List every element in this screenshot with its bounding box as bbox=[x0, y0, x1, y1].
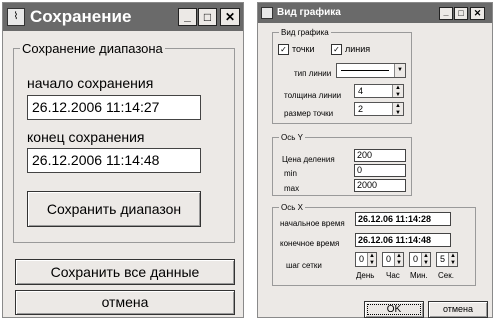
y-axis-group-title: Ось Y bbox=[281, 133, 303, 142]
grid-step-days-spinner[interactable]: 0 ▲ ▼ bbox=[355, 252, 377, 267]
chart-view-titlebar[interactable]: Вид графика _ □ ✕ bbox=[258, 3, 492, 23]
start-save-label: начало сохранения bbox=[27, 75, 154, 91]
points-check-icon: ✓ bbox=[278, 44, 289, 56]
minutes-label: Мин. bbox=[410, 271, 428, 280]
start-save-input[interactable]: 26.12.2006 11:14:27 bbox=[27, 95, 201, 120]
line-width-spinner[interactable]: 4 ▲ ▼ bbox=[354, 84, 404, 98]
spin-down-icon[interactable]: ▼ bbox=[396, 260, 402, 266]
chart-view-window: Вид графика _ □ ✕ Вид графика ✓ точки ✓ ли… bbox=[257, 2, 493, 318]
x-axis-group-title: Ось X bbox=[281, 203, 303, 212]
spin-arrows-icon[interactable]: ▲ ▼ bbox=[392, 103, 403, 116]
close-button[interactable]: ✕ bbox=[220, 8, 240, 26]
save-window-title: Сохранение bbox=[30, 7, 132, 26]
grid-step-seconds-spinner[interactable]: 5 ▲ ▼ bbox=[436, 252, 458, 267]
grid-step-minutes-value: 0 bbox=[413, 254, 419, 264]
max-label: max bbox=[284, 184, 300, 193]
end-time-label: конечное время bbox=[280, 239, 340, 248]
cancel-button[interactable]: отмена bbox=[428, 301, 488, 318]
spin-down-icon[interactable]: ▼ bbox=[450, 260, 456, 266]
grid-step-hours-value: 0 bbox=[386, 254, 392, 264]
spin-up-icon[interactable]: ▲ bbox=[369, 253, 375, 259]
spin-up-icon[interactable]: ▲ bbox=[450, 253, 456, 259]
spin-down-icon[interactable]: ▼ bbox=[395, 110, 401, 116]
spin-arrows-icon[interactable]: ▲ ▼ bbox=[367, 253, 376, 266]
grid-step-label: шаг сетки bbox=[286, 261, 322, 270]
max-input[interactable]: 2000 bbox=[354, 179, 406, 192]
save-range-button[interactable]: Сохранить диапазон bbox=[27, 191, 201, 227]
spin-down-icon[interactable]: ▼ bbox=[423, 260, 429, 266]
save-range-group-title: Сохранение диапазона bbox=[22, 41, 163, 56]
min-input[interactable]: 0 bbox=[354, 164, 406, 177]
min-label: min bbox=[284, 169, 297, 178]
save-window: ⌇ Сохранение _ □ ✕ Сохранение диапазона … bbox=[2, 2, 244, 318]
minimize-button[interactable]: _ bbox=[178, 8, 197, 26]
line-type-select[interactable]: ▼ bbox=[336, 63, 406, 78]
spin-arrows-icon[interactable]: ▲ ▼ bbox=[448, 253, 457, 266]
spin-up-icon[interactable]: ▲ bbox=[423, 253, 429, 259]
chart-view-group-title: Вид графика bbox=[281, 28, 329, 37]
spin-arrows-icon[interactable]: ▲ ▼ bbox=[394, 253, 403, 266]
maximize-button[interactable]: □ bbox=[198, 8, 217, 26]
close-button[interactable]: ✕ bbox=[470, 7, 485, 20]
minimize-button[interactable]: _ bbox=[439, 7, 453, 20]
points-label: точки bbox=[292, 44, 315, 54]
line-label: линия bbox=[345, 44, 371, 54]
chart-view-title: Вид графика bbox=[277, 7, 341, 18]
grid-step-seconds-value: 5 bbox=[440, 254, 446, 264]
app-icon: ⌇ bbox=[7, 8, 25, 26]
grid-step-days-value: 0 bbox=[359, 254, 365, 264]
maximize-button[interactable]: □ bbox=[454, 7, 468, 20]
division-input[interactable]: 200 bbox=[354, 149, 406, 162]
spin-down-icon[interactable]: ▼ bbox=[395, 92, 401, 98]
point-size-label: размер точки bbox=[284, 109, 334, 118]
save-all-button[interactable]: Сохранить все данные bbox=[15, 259, 235, 285]
end-save-input[interactable]: 26.12.2006 11:14:48 bbox=[27, 148, 201, 173]
line-checkbox[interactable]: ✓ линия bbox=[331, 44, 371, 56]
line-check-icon: ✓ bbox=[331, 44, 342, 56]
point-size-value: 2 bbox=[358, 104, 364, 114]
spin-down-icon[interactable]: ▼ bbox=[369, 260, 375, 266]
save-window-titlebar[interactable]: ⌇ Сохранение _ □ ✕ bbox=[3, 3, 243, 31]
point-size-spinner[interactable]: 2 ▲ ▼ bbox=[354, 102, 404, 116]
spin-arrows-icon[interactable]: ▲ ▼ bbox=[421, 253, 430, 266]
spin-up-icon[interactable]: ▲ bbox=[395, 103, 401, 109]
hours-label: Час bbox=[386, 271, 400, 280]
cancel-button[interactable]: отмена bbox=[15, 290, 235, 315]
line-type-label: тип линии bbox=[294, 69, 332, 78]
line-width-value: 4 bbox=[358, 86, 364, 96]
dropdown-arrow-icon[interactable]: ▼ bbox=[394, 64, 405, 77]
line-type-preview bbox=[341, 70, 389, 71]
start-time-label: начальное время bbox=[280, 219, 345, 228]
grid-step-minutes-spinner[interactable]: 0 ▲ ▼ bbox=[409, 252, 431, 267]
chart-app-icon bbox=[261, 7, 273, 19]
points-checkbox[interactable]: ✓ точки bbox=[278, 44, 315, 56]
end-time-input[interactable]: 26.12.06 11:14:48 bbox=[355, 233, 451, 247]
spin-up-icon[interactable]: ▲ bbox=[396, 253, 402, 259]
spin-up-icon[interactable]: ▲ bbox=[395, 85, 401, 91]
line-width-label: толщина линии bbox=[284, 91, 342, 100]
division-label: Цена деления bbox=[282, 155, 335, 164]
grid-step-hours-spinner[interactable]: 0 ▲ ▼ bbox=[382, 252, 404, 267]
start-time-input[interactable]: 26.12.06 11:14:28 bbox=[355, 212, 451, 226]
seconds-label: Сек. bbox=[438, 271, 454, 280]
days-label: День bbox=[356, 271, 375, 280]
ok-button[interactable]: OK bbox=[364, 301, 424, 318]
spin-arrows-icon[interactable]: ▲ ▼ bbox=[392, 85, 403, 98]
end-save-label: конец сохранения bbox=[27, 129, 145, 145]
